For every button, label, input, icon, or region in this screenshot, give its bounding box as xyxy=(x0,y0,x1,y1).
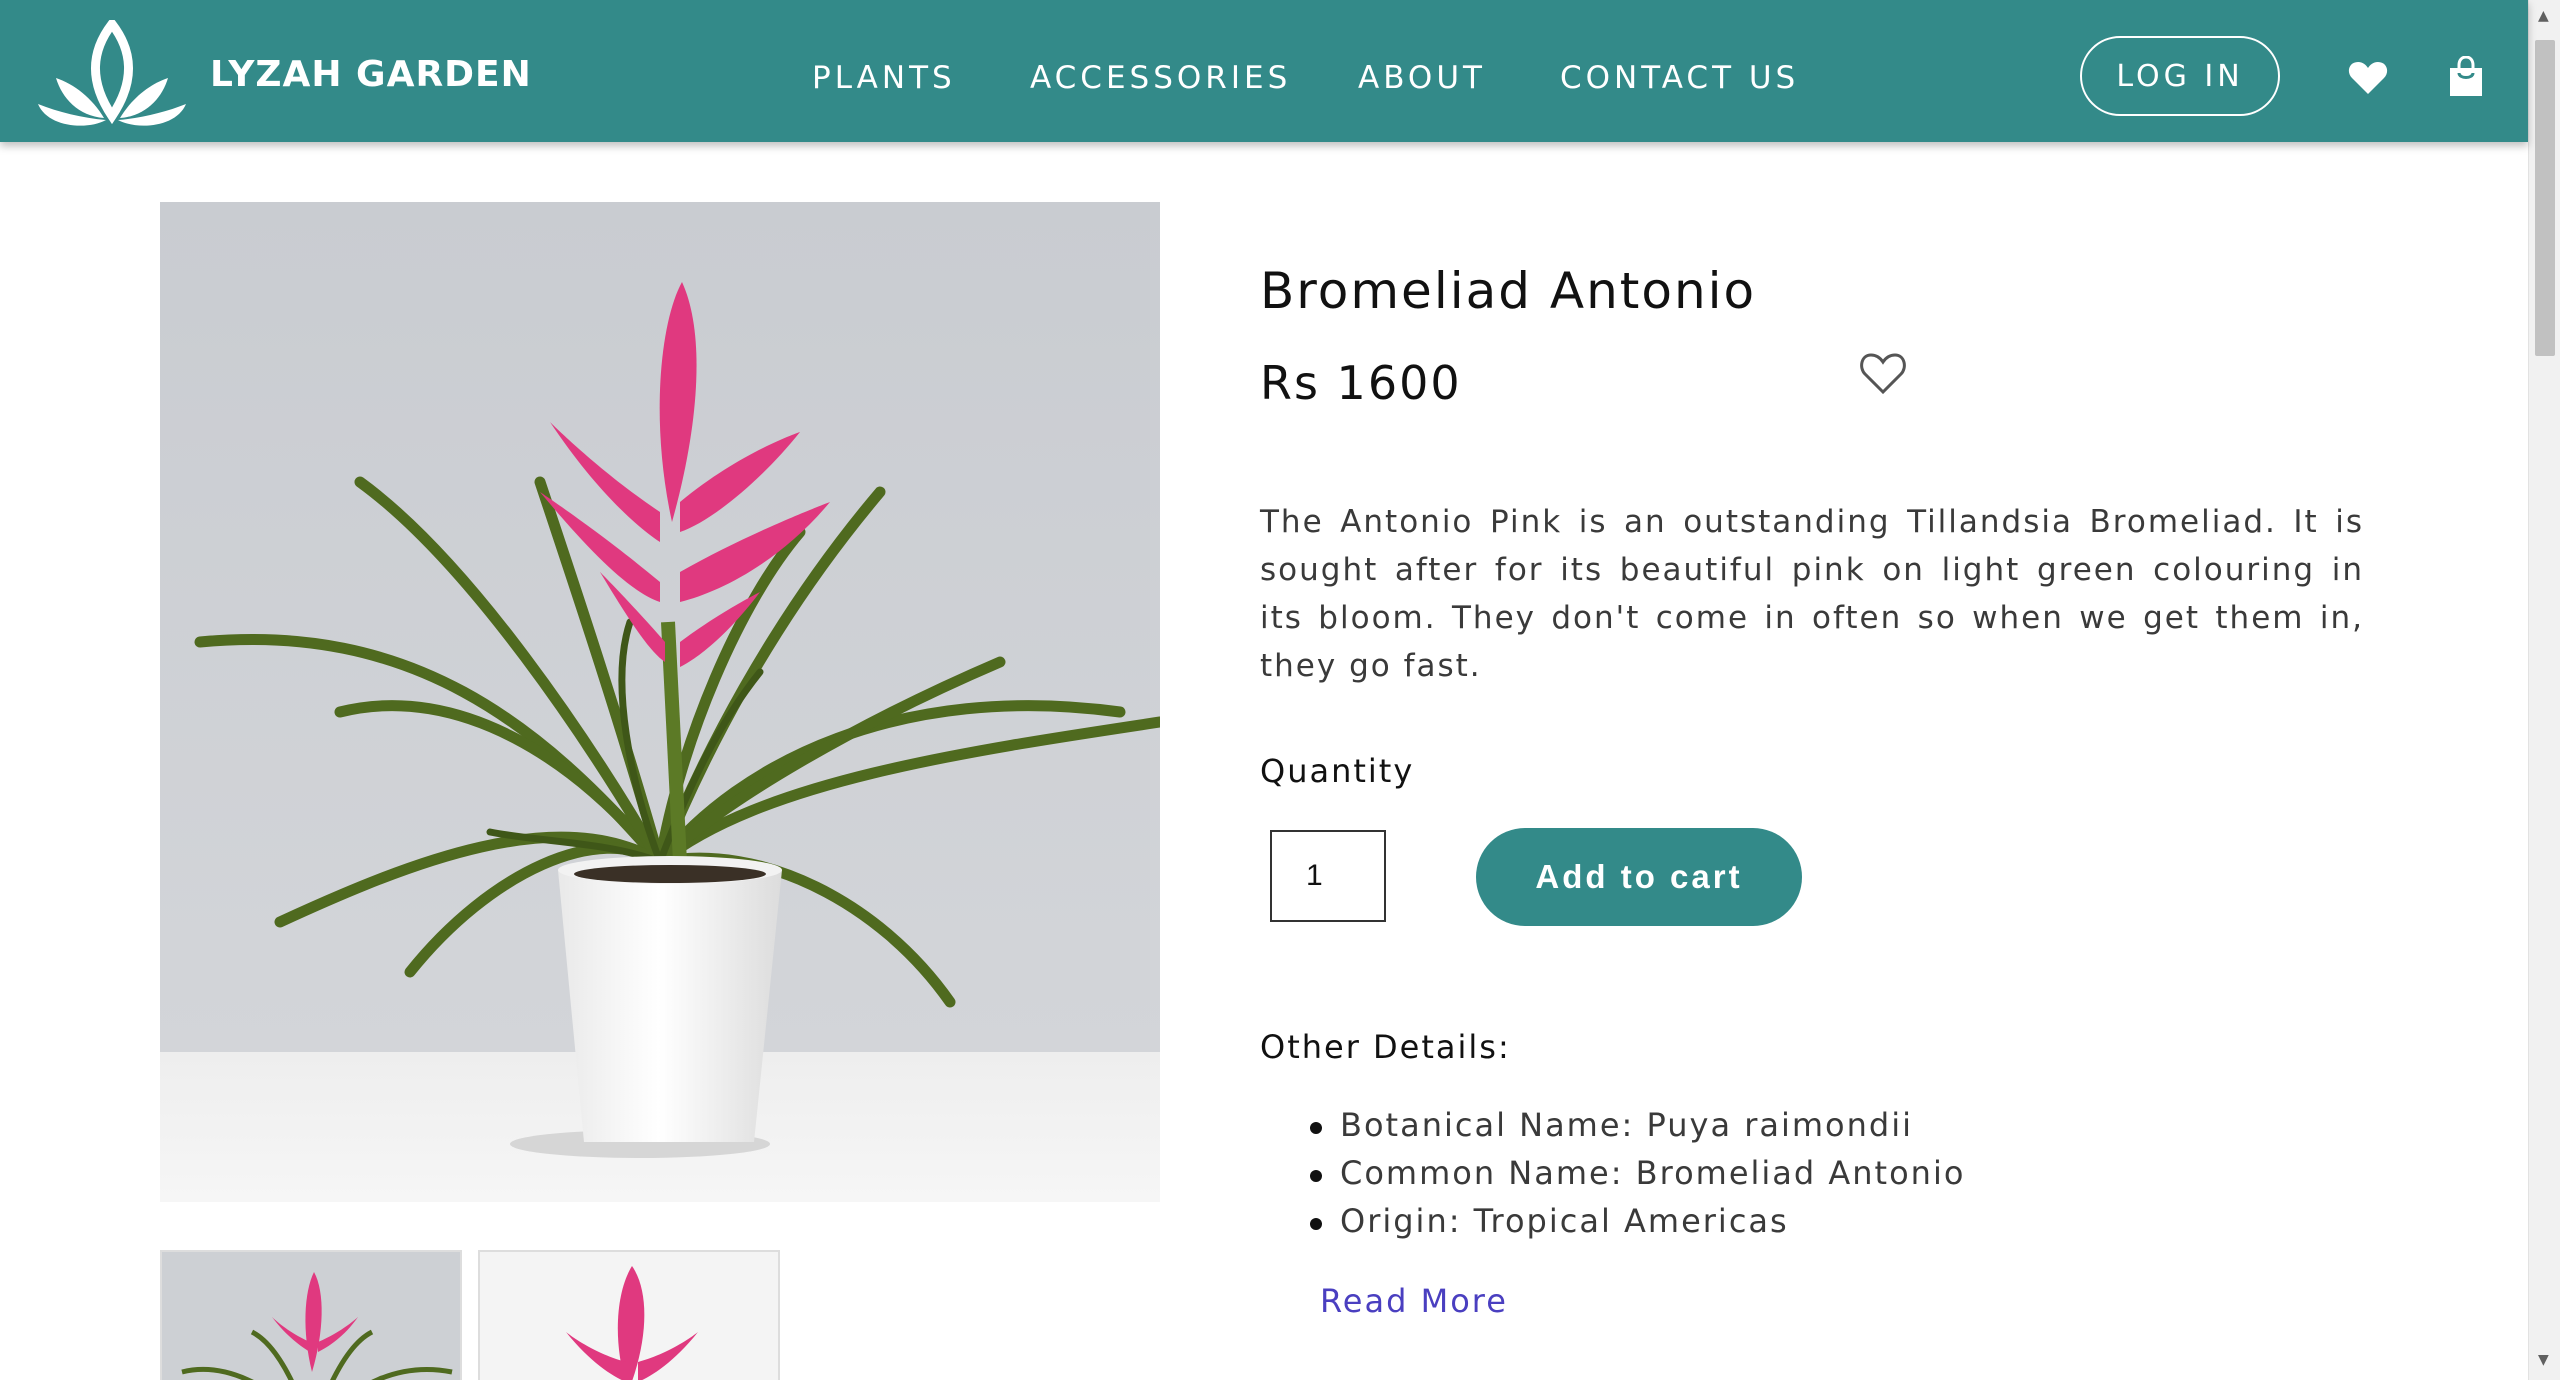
detail-text: Origin: Tropical Americas xyxy=(1340,1202,1789,1240)
bullet-icon xyxy=(1310,1122,1322,1134)
product-description: The Antonio Pink is an outstanding Tilla… xyxy=(1260,504,2364,684)
nav-contact-us[interactable]: CONTACT US xyxy=(1560,60,1799,96)
nav-about[interactable]: ABOUT xyxy=(1358,60,1486,96)
bullet-icon xyxy=(1310,1170,1322,1182)
product-thumbnail-1[interactable] xyxy=(160,1250,462,1380)
nav-accessories[interactable]: ACCESSORIES xyxy=(1030,60,1291,96)
detail-text: Common Name: Bromeliad Antonio xyxy=(1340,1154,1966,1192)
product-thumbnail-2[interactable] xyxy=(478,1250,780,1380)
page-scrollbar[interactable]: ▲ ▼ xyxy=(2528,0,2560,1380)
list-item: Botanical Name: Puya raimondii xyxy=(1310,1106,2310,1154)
scroll-down-arrow-icon[interactable]: ▼ xyxy=(2538,1352,2549,1368)
wishlist-heart-icon[interactable] xyxy=(1858,350,1908,396)
login-button[interactable]: LOG IN xyxy=(2080,36,2280,116)
quantity-label: Quantity xyxy=(1260,752,1415,790)
heart-icon[interactable] xyxy=(2348,60,2388,96)
detail-text: Botanical Name: Puya raimondii xyxy=(1340,1106,1913,1144)
read-more-link[interactable]: Read More xyxy=(1320,1282,1508,1320)
add-to-cart-button[interactable]: Add to cart xyxy=(1476,828,1802,926)
product-title: Bromeliad Antonio xyxy=(1260,262,1757,320)
details-list: Botanical Name: Puya raimondii Common Na… xyxy=(1310,1106,2310,1250)
site-header: LYZAH GARDEN PLANTS ACCESSORIES ABOUT CO… xyxy=(0,0,2528,142)
scroll-thumb[interactable] xyxy=(2535,40,2555,356)
shopping-bag-icon[interactable] xyxy=(2448,56,2484,98)
nav-plants[interactable]: PLANTS xyxy=(812,60,956,96)
list-item: Origin: Tropical Americas xyxy=(1310,1202,2310,1250)
product-main-image xyxy=(160,202,1160,1202)
bullet-icon xyxy=(1310,1218,1322,1230)
other-details-heading: Other Details: xyxy=(1260,1028,1511,1066)
list-item: Common Name: Bromeliad Antonio xyxy=(1310,1154,2310,1202)
product-price: Rs 1600 xyxy=(1260,356,1462,410)
scroll-up-arrow-icon[interactable]: ▲ xyxy=(2538,8,2549,24)
quantity-input[interactable] xyxy=(1270,830,1386,922)
